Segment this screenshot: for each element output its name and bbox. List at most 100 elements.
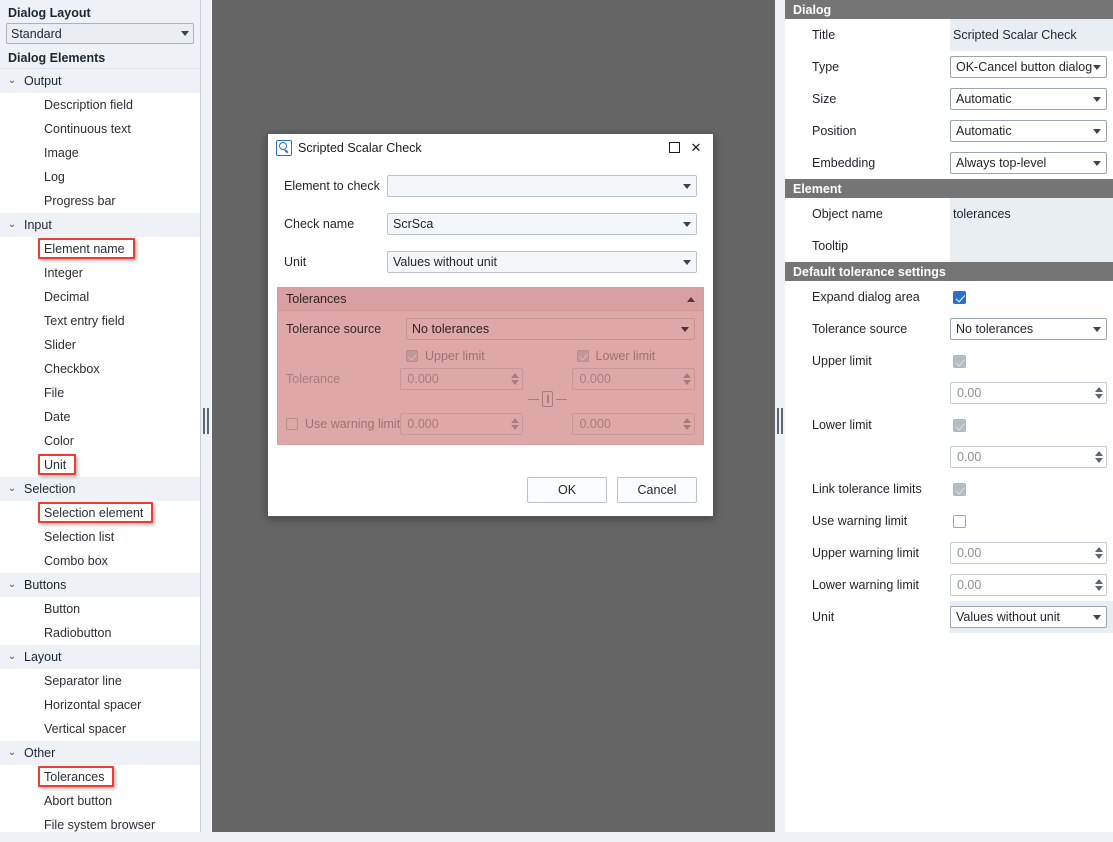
tolerances-panel-header[interactable]: Tolerances — [278, 288, 703, 311]
lower-limit-checkbox[interactable] — [577, 350, 589, 362]
link-limits-icon[interactable] — [542, 391, 553, 407]
property-label: Upper warning limit — [785, 546, 950, 560]
property-value-cell: 0.00 — [950, 537, 1113, 569]
tree-item-label: Abort button — [44, 794, 112, 808]
property-select-embedding[interactable]: Always top-level — [950, 152, 1107, 174]
warning-lower-spinner[interactable]: 0.000 — [572, 413, 695, 435]
tree-item-selection-list[interactable]: Selection list — [0, 525, 200, 549]
tree-group-output[interactable]: ⌄Output — [0, 69, 200, 93]
property-checkbox-expand-dialog-area[interactable] — [953, 291, 966, 304]
field-value: Values without unit — [393, 255, 497, 269]
chevron-down-icon[interactable]: ⌄ — [6, 76, 18, 86]
tree-item-horizontal-spacer[interactable]: Horizontal spacer — [0, 693, 200, 717]
spinner-arrows-icon[interactable] — [683, 373, 691, 385]
property-checkbox-use-warning-limit[interactable] — [953, 515, 966, 528]
tree-item-unit[interactable]: Unit — [0, 453, 200, 477]
property-label: Tooltip — [785, 239, 950, 253]
tree-group-buttons[interactable]: ⌄Buttons — [0, 573, 200, 597]
property-spinner-spinner[interactable]: 0.00 — [950, 382, 1107, 404]
chevron-up-icon[interactable] — [687, 297, 695, 302]
property-select-unit[interactable]: Values without unit — [950, 606, 1107, 628]
maximize-icon[interactable] — [663, 138, 685, 158]
dialog-layout-heading: Dialog Layout — [0, 0, 200, 22]
tree-group-input[interactable]: ⌄ Input — [0, 213, 200, 237]
tree-item-selection-element[interactable]: Selection element — [0, 501, 200, 525]
left-splitter[interactable] — [201, 0, 211, 842]
tree-item-separator-line[interactable]: Separator line — [0, 669, 200, 693]
tree-item-combo-box[interactable]: Combo box — [0, 549, 200, 573]
tolerance-upper-spinner[interactable]: 0.000 — [400, 368, 523, 390]
ok-button[interactable]: OK — [527, 477, 607, 503]
chevron-down-icon[interactable]: ⌄ — [6, 484, 18, 494]
unit-select[interactable]: Values without unit — [387, 251, 697, 273]
dialog-layout-select[interactable]: Standard — [6, 23, 194, 44]
chevron-down-icon[interactable]: ⌄ — [6, 748, 18, 758]
tree-item-tolerances[interactable]: Tolerances — [0, 765, 200, 789]
element-to-check-select[interactable] — [387, 175, 697, 197]
tree-group-other[interactable]: ⌄Other — [0, 741, 200, 765]
tree-item-radiobutton[interactable]: Radiobutton — [0, 621, 200, 645]
tree-item-slider[interactable]: Slider — [0, 333, 200, 357]
tree-item-decimal[interactable]: Decimal — [0, 285, 200, 309]
tree-item-file[interactable]: File — [0, 381, 200, 405]
chevron-down-icon[interactable]: ⌄ — [6, 220, 18, 230]
chevron-down-icon[interactable]: ⌄ — [6, 580, 18, 590]
tree-item-button[interactable]: Button — [0, 597, 200, 621]
scripted-scalar-check-dialog[interactable]: Scripted Scalar Check ✕ Element to check… — [267, 133, 714, 517]
tree-item-element-name[interactable]: Element name — [0, 237, 200, 261]
property-select-value: Automatic — [956, 124, 1012, 138]
property-label: Position — [785, 124, 950, 138]
property-select-tolerance-source[interactable]: No tolerances — [950, 318, 1107, 340]
upper-limit-label: Upper limit — [425, 349, 485, 363]
upper-limit-checkbox[interactable] — [406, 350, 418, 362]
property-checkbox-upper-limit[interactable] — [953, 355, 966, 368]
use-warning-limit-checkbox[interactable] — [286, 418, 298, 430]
property-row-use-warning-limit: Use warning limit — [785, 505, 1113, 537]
spinner-arrows-icon[interactable] — [1095, 547, 1103, 559]
dialog-elements-tree[interactable]: ⌄OutputDescription fieldContinuous textI… — [0, 68, 200, 837]
tree-group-selection[interactable]: ⌄Selection — [0, 477, 200, 501]
tree-group-layout[interactable]: ⌄Layout — [0, 645, 200, 669]
property-spinner-spinner[interactable]: 0.00 — [950, 446, 1107, 468]
tree-item-checkbox[interactable]: Checkbox — [0, 357, 200, 381]
tolerance-lower-value: 0.000 — [579, 372, 610, 386]
link-limits-control[interactable] — [523, 391, 573, 407]
spinner-arrows-icon[interactable] — [1095, 387, 1103, 399]
property-row-type: TypeOK-Cancel button dialog — [785, 51, 1113, 83]
tree-item-color[interactable]: Color — [0, 429, 200, 453]
cancel-button[interactable]: Cancel — [617, 477, 697, 503]
tree-item-log[interactable]: Log — [0, 165, 200, 189]
property-select-type[interactable]: OK-Cancel button dialog — [950, 56, 1107, 78]
tree-item-label: Progress bar — [44, 194, 116, 208]
tree-item-abort-button[interactable]: Abort button — [0, 789, 200, 813]
property-spinner-lower-warning-limit[interactable]: 0.00 — [950, 574, 1107, 596]
tree-item-image[interactable]: Image — [0, 141, 200, 165]
spinner-arrows-icon[interactable] — [511, 373, 519, 385]
spinner-arrows-icon[interactable] — [1095, 451, 1103, 463]
right-splitter[interactable] — [775, 0, 785, 842]
tree-item-vertical-spacer[interactable]: Vertical spacer — [0, 717, 200, 741]
check-name-select[interactable]: ScrSca — [387, 213, 697, 235]
tree-item-date[interactable]: Date — [0, 405, 200, 429]
spinner-arrows-icon[interactable] — [683, 418, 691, 430]
close-icon[interactable]: ✕ — [685, 138, 707, 158]
spinner-arrows-icon[interactable] — [1095, 579, 1103, 591]
tree-group-label: Input — [24, 218, 52, 232]
tolerance-lower-spinner[interactable]: 0.000 — [572, 368, 695, 390]
chevron-down-icon[interactable]: ⌄ — [6, 652, 18, 662]
tree-item-progress-bar[interactable]: Progress bar — [0, 189, 200, 213]
tolerance-source-select[interactable]: No tolerances — [406, 318, 695, 340]
property-select-size[interactable]: Automatic — [950, 88, 1107, 110]
property-select-position[interactable]: Automatic — [950, 120, 1107, 142]
tree-item-label: Color — [44, 434, 74, 448]
property-checkbox-link-tolerance-limits[interactable] — [953, 483, 966, 496]
tree-item-continuous-text[interactable]: Continuous text — [0, 117, 200, 141]
warning-upper-spinner[interactable]: 0.000 — [400, 413, 523, 435]
property-value-cell — [950, 409, 1113, 441]
tree-item-integer[interactable]: Integer — [0, 261, 200, 285]
property-checkbox-lower-limit[interactable] — [953, 419, 966, 432]
tree-item-description-field[interactable]: Description field — [0, 93, 200, 117]
spinner-arrows-icon[interactable] — [511, 418, 519, 430]
property-spinner-upper-warning-limit[interactable]: 0.00 — [950, 542, 1107, 564]
tree-item-text-entry-field[interactable]: Text entry field — [0, 309, 200, 333]
